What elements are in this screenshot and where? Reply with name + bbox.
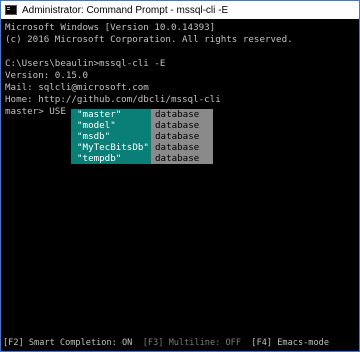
completion-item-name: "MyTecBitsDb" xyxy=(71,142,151,153)
command-prompt-window: Administrator: Command Prompt - mssql-cl… xyxy=(0,0,360,352)
completion-item-type: database xyxy=(151,142,213,153)
title-bar[interactable]: Administrator: Command Prompt - mssql-cl… xyxy=(1,1,359,19)
completion-item[interactable]: "master" database xyxy=(71,109,213,120)
console-line: Version: 0.15.0 xyxy=(5,70,88,81)
prompt-text: master> USE xyxy=(5,106,72,117)
completion-item-type: database xyxy=(151,153,213,164)
completion-item-type: database xyxy=(151,109,213,120)
completion-item[interactable]: "tempdb" database xyxy=(71,153,213,164)
completion-item-name: "tempdb" xyxy=(71,153,151,164)
completion-item[interactable]: "MyTecBitsDb" database xyxy=(71,142,213,153)
console-line: Microsoft Windows [Version 10.0.14393] xyxy=(5,22,216,33)
completion-item-name: "master" xyxy=(71,109,151,120)
multiline-status: [F3] Multiline: OFF xyxy=(142,338,242,348)
completion-item[interactable]: "model" database xyxy=(71,120,213,131)
completion-item-name: "model" xyxy=(71,120,151,131)
completion-menu[interactable]: "master" database "model" database "msdb… xyxy=(71,109,213,164)
console-line: Home: http://github.com/dbcli/mssql-cli xyxy=(5,94,221,105)
console-line: (c) 2016 Microsoft Corporation. All righ… xyxy=(5,34,293,45)
window-title: Administrator: Command Prompt - mssql-cl… xyxy=(22,4,229,16)
emacs-mode-status: [F4] Emacs-mode xyxy=(251,338,329,348)
command-prompt-icon xyxy=(5,5,17,15)
console-line: C:\Users\beaulin>mssql-cli -E xyxy=(5,58,166,69)
smart-completion-status: [F2] Smart Completion: ON xyxy=(3,338,133,348)
completion-item-type: database xyxy=(151,120,213,131)
completion-item[interactable]: "msdb" database xyxy=(71,131,213,142)
completion-item-name: "msdb" xyxy=(71,131,151,142)
console-line: Mail: sqlcli@microsoft.com xyxy=(5,82,149,93)
bottom-toolbar: [F2] Smart Completion: ON [F3] Multiline… xyxy=(3,338,329,349)
prompt-line[interactable]: master> USE xyxy=(5,106,80,118)
console-output[interactable]: Microsoft Windows [Version 10.0.14393] (… xyxy=(3,21,357,351)
completion-item-type: database xyxy=(151,131,213,142)
